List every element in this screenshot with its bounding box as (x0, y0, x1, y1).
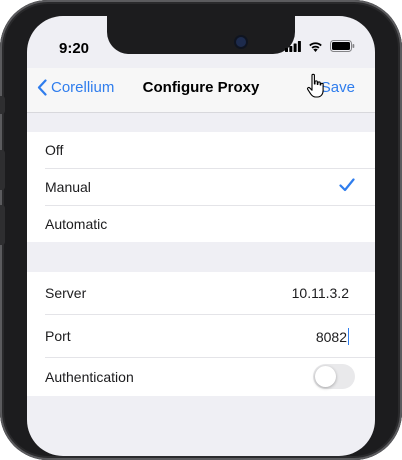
port-value: 8082 (315, 329, 347, 345)
wifi-icon (309, 41, 322, 52)
back-label: Corellium (51, 79, 115, 96)
hand-pointer-icon (306, 73, 324, 98)
manual-proxy-settings: Server 10.11.3.2 Port 8082 Authenticatio… (27, 272, 375, 396)
back-button[interactable]: Corellium (37, 79, 114, 96)
port-label: Port (45, 328, 71, 344)
port-field[interactable]: 8082 (316, 328, 349, 345)
server-field[interactable]: 10.11.3.2 (292, 285, 349, 301)
authentication-row: Authentication (45, 358, 375, 396)
chevron-left-icon (37, 79, 47, 96)
server-row[interactable]: Server 10.11.3.2 (45, 272, 375, 315)
proxy-mode-label: Manual (45, 179, 91, 195)
notch (107, 16, 295, 54)
proxy-mode-automatic[interactable]: Automatic (45, 206, 375, 242)
volume-up-button (0, 150, 5, 190)
server-label: Server (45, 285, 87, 301)
volume-down-button (0, 205, 5, 245)
toggle-knob (315, 366, 336, 387)
battery-icon (330, 40, 355, 52)
port-row[interactable]: Port 8082 (45, 315, 375, 358)
proxy-mode-manual[interactable]: Manual (45, 169, 375, 206)
authentication-toggle[interactable] (313, 364, 355, 389)
status-icons (285, 40, 355, 52)
proxy-mode-list: Off Manual Automatic (27, 132, 375, 242)
authentication-label: Authentication (45, 369, 134, 385)
checkmark-icon (339, 178, 355, 192)
status-time: 9:20 (59, 40, 90, 57)
text-cursor (348, 328, 349, 345)
front-camera (236, 37, 246, 47)
proxy-mode-label: Automatic (45, 216, 108, 232)
mute-switch (0, 96, 5, 114)
proxy-mode-off[interactable]: Off (45, 132, 375, 169)
signal-icon (285, 40, 301, 52)
proxy-mode-label: Off (45, 142, 64, 158)
